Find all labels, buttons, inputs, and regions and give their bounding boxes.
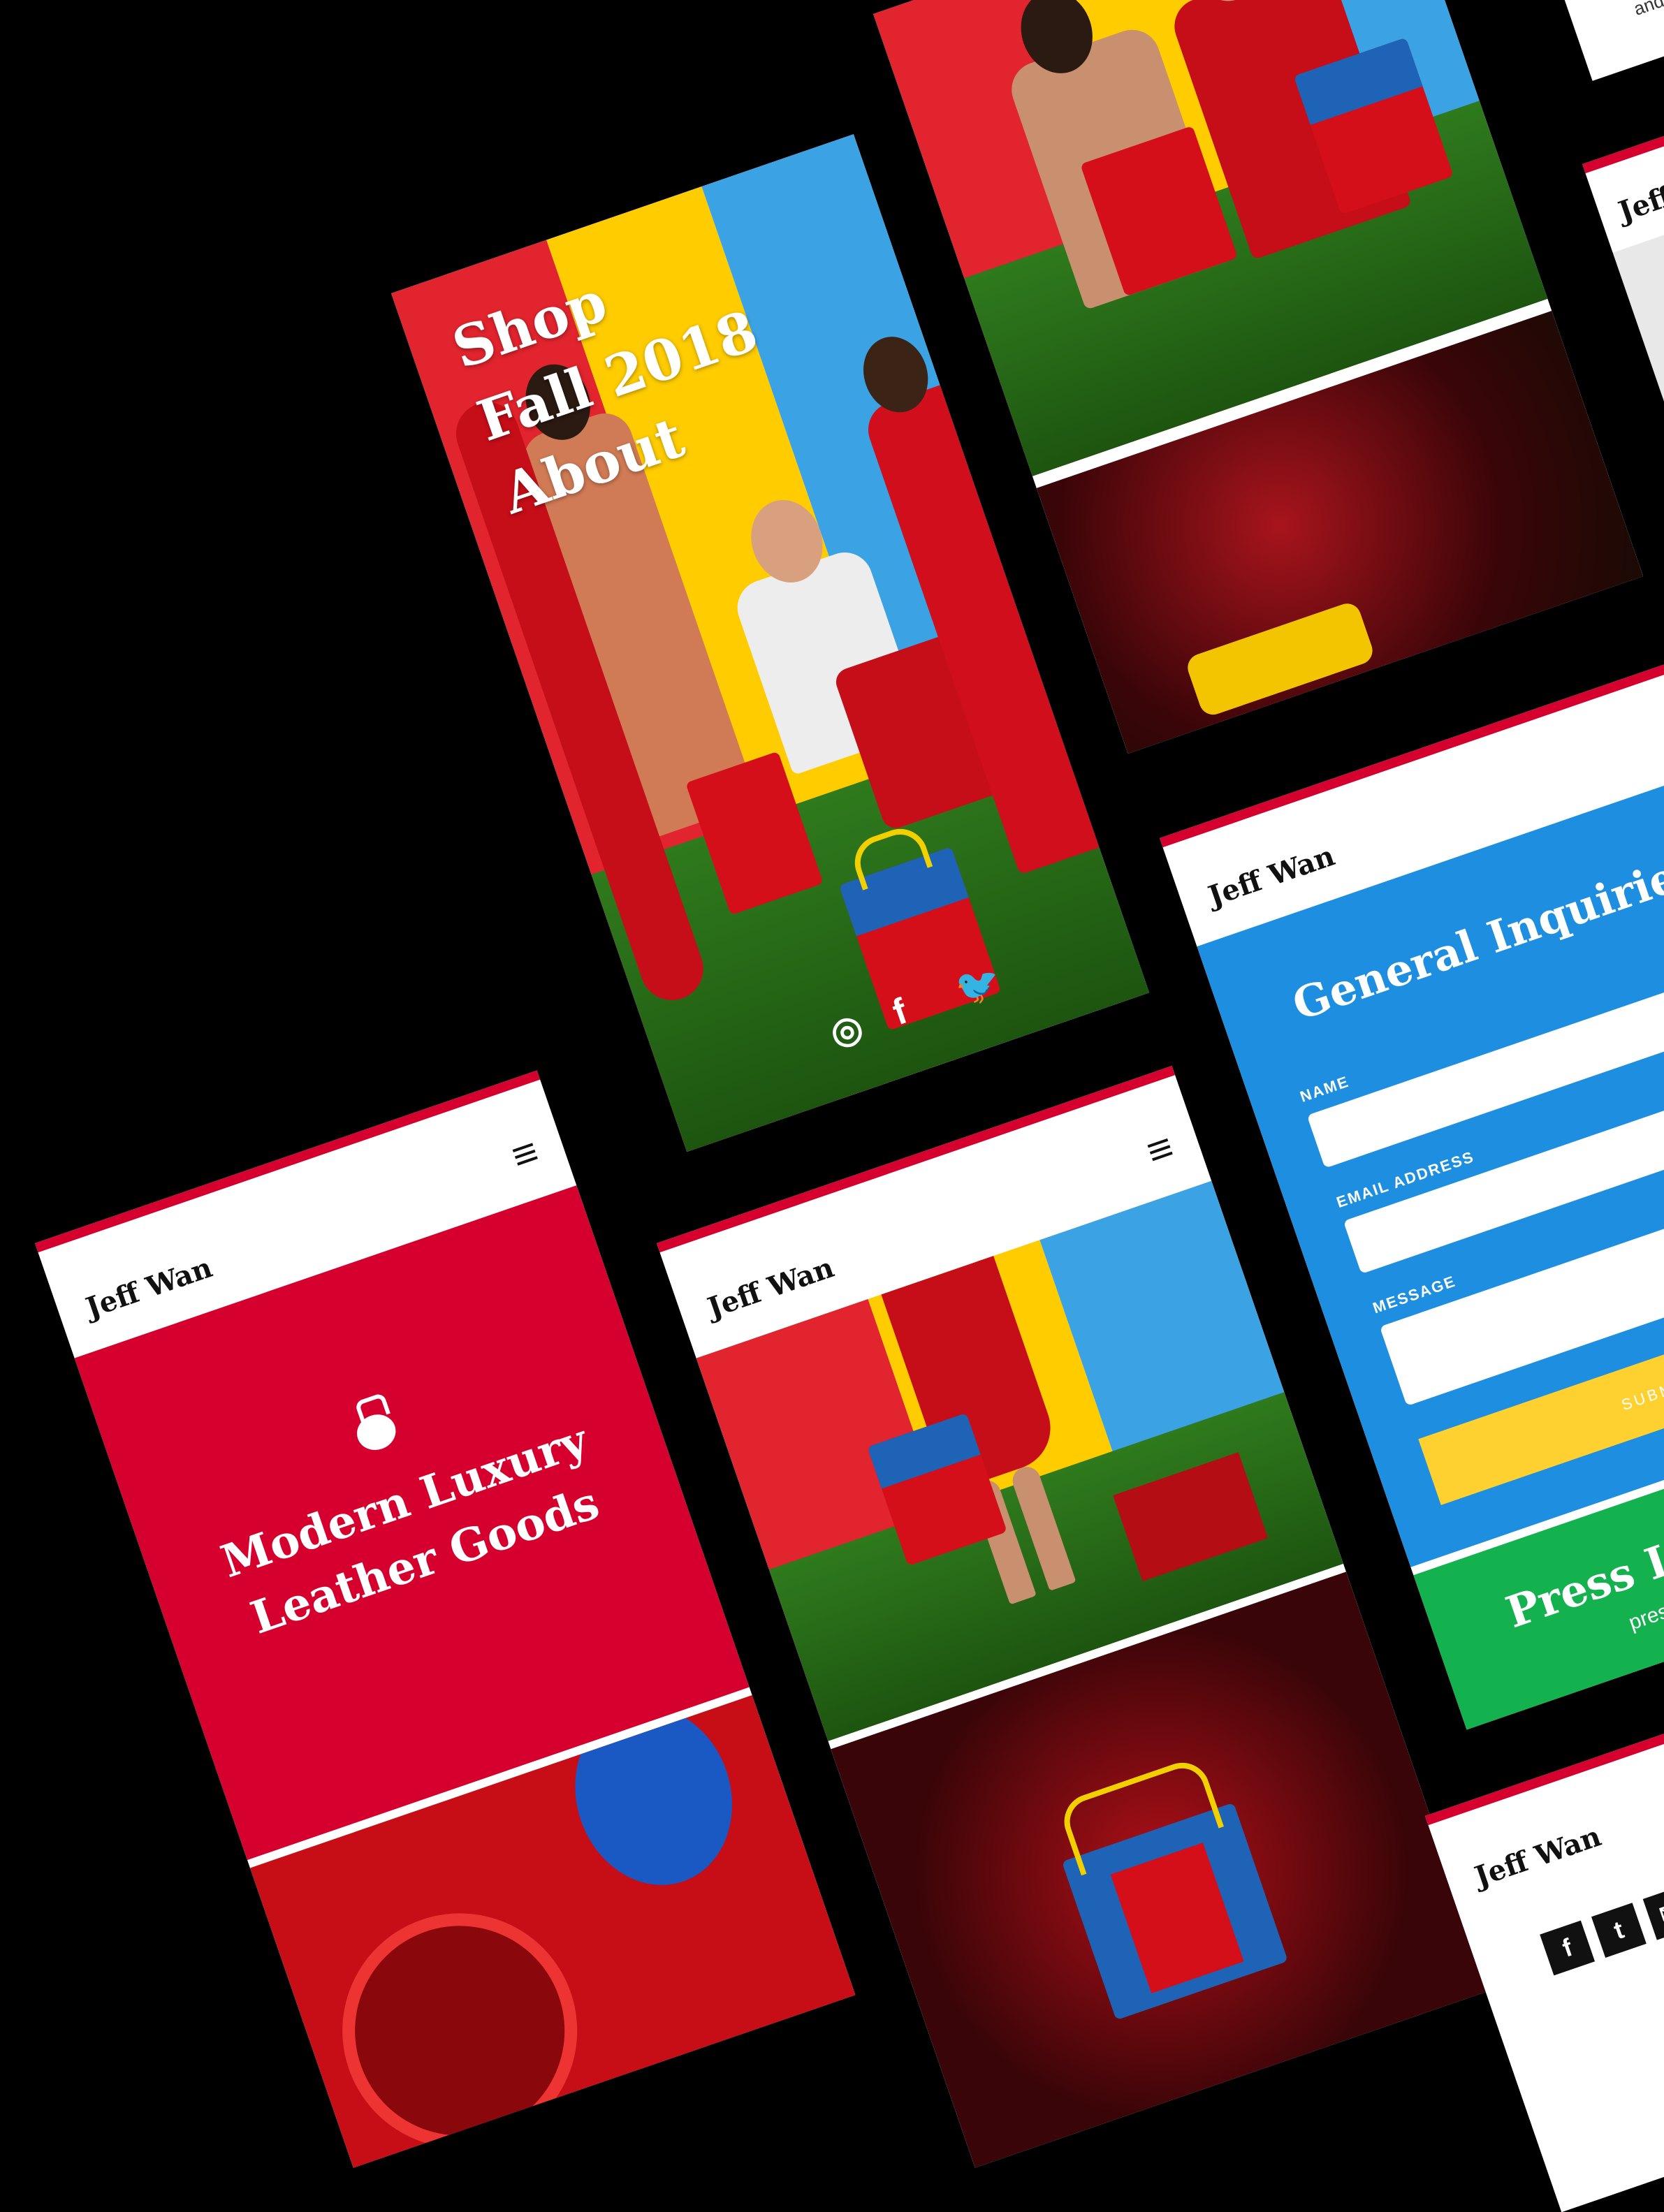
name-field-label: NAME — [1297, 1072, 1352, 1106]
brand-logo[interactable]: Jeff Wan — [82, 1251, 217, 1325]
hamburger-menu-icon[interactable] — [512, 1143, 538, 1166]
brand-logo[interactable]: Jeff Wan — [1470, 1819, 1605, 1894]
email-icon[interactable]: ✉ — [1642, 1884, 1664, 1940]
hamburger-menu-icon[interactable] — [1147, 1138, 1173, 1162]
site-header: Jeff Wan — [1585, 105, 1664, 253]
pineapple-logo-icon — [346, 1392, 401, 1456]
side-screen-fragment: Jeff Wan — [1582, 96, 1664, 759]
facebook-icon[interactable]: f — [1540, 1920, 1596, 1976]
mockup-stage: backpack and urb Jeff Wan — [0, 0, 1664, 2212]
about-screen-fragment: backpack and urb — [1533, 0, 1664, 81]
brand-logo[interactable]: Jeff Wan — [703, 1251, 838, 1325]
brand-logo[interactable]: Jeff Wan — [1204, 840, 1339, 914]
brand-logo[interactable]: Jeff Wan — [1614, 155, 1664, 229]
about-text-line: and urb — [1631, 0, 1664, 20]
twitter-icon[interactable]: t — [1591, 1903, 1647, 1958]
